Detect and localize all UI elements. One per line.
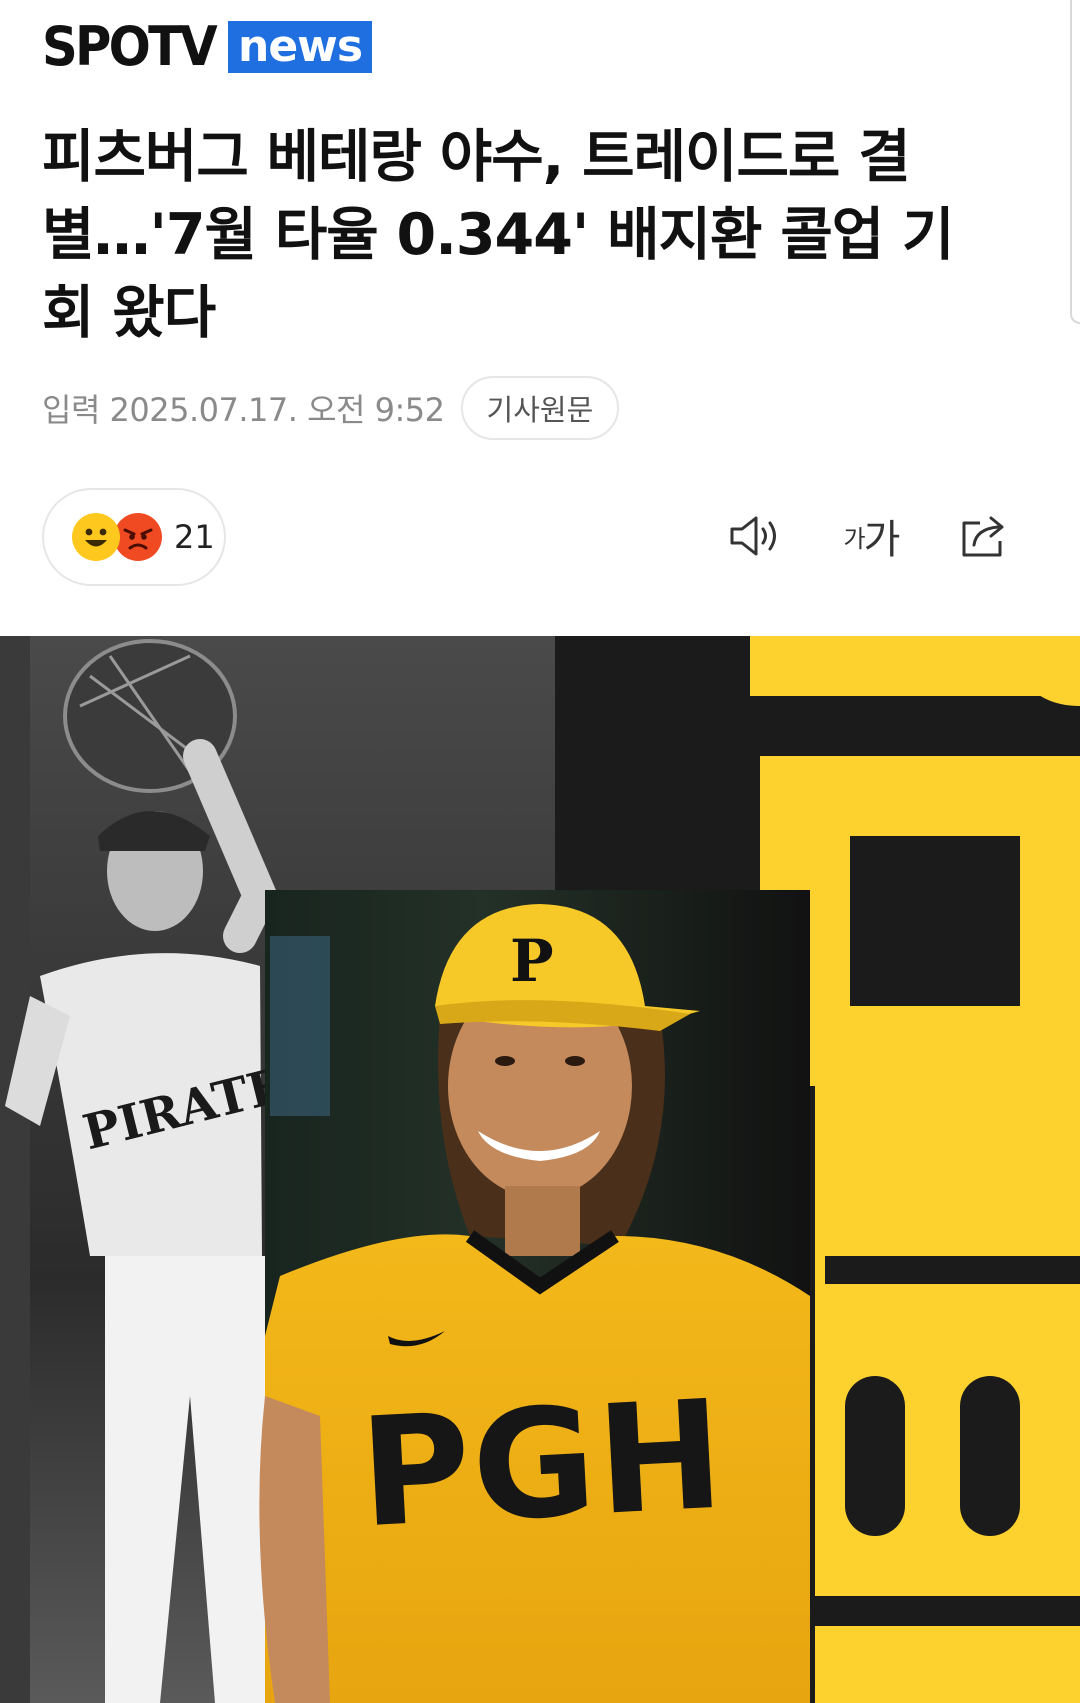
article-meta: 입력 2025.07.17. 오전 9:52 기사원문 bbox=[42, 376, 620, 440]
logo-spotv-text: SPOTV bbox=[42, 15, 218, 78]
spotv-news-logo[interactable]: SPOTV news bbox=[42, 15, 373, 78]
article-date: 입력 2025.07.17. 오전 9:52 bbox=[42, 391, 445, 429]
speaker-icon[interactable] bbox=[728, 506, 784, 566]
font-size-large-label: 가 bbox=[863, 517, 901, 563]
original-article-button[interactable]: 기사원문 bbox=[460, 376, 620, 440]
font-size-small-label: 가 bbox=[843, 524, 866, 553]
scroll-edge bbox=[1070, 0, 1080, 324]
jersey-right-text: PGH bbox=[356, 1368, 729, 1561]
angry-emoji-icon bbox=[114, 513, 162, 561]
article-title: 피츠버그 베테랑 야수, 트레이드로 결별…'7월 타율 0.344' 배지환 … bbox=[42, 124, 954, 346]
logo-news-badge: news bbox=[228, 21, 373, 73]
font-size-icon[interactable]: 가가 bbox=[838, 506, 904, 566]
reaction-count: 21 bbox=[174, 518, 215, 556]
share-icon[interactable] bbox=[958, 506, 1014, 566]
smile-emoji-icon bbox=[72, 513, 120, 561]
reaction-button[interactable]: 21 bbox=[42, 488, 226, 586]
article-hero-image: PIRATES P PGH bbox=[0, 636, 1080, 1703]
cap-letter-text: P bbox=[510, 927, 554, 995]
